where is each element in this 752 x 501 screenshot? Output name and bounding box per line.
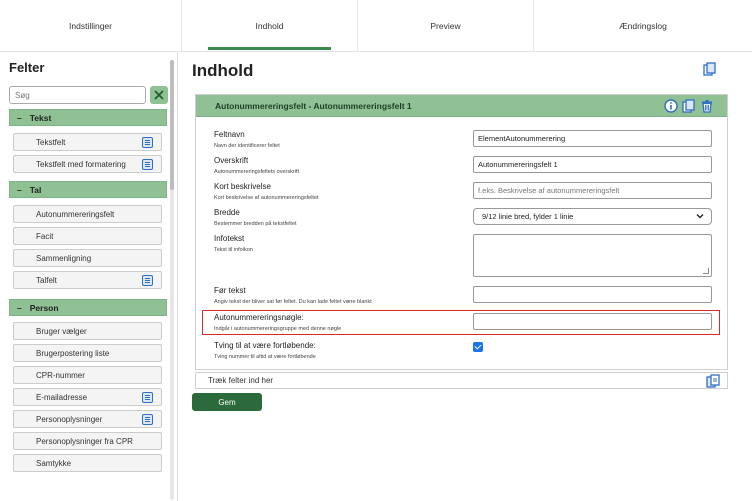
field-item-autonummereringsfelt[interactable]: Autonummereringsfelt bbox=[13, 205, 162, 223]
section-label: Tekst bbox=[29, 112, 52, 123]
sidebar-title: Felter bbox=[9, 60, 45, 75]
top-tab-bar: Indstillinger Indhold Preview Ændringslo… bbox=[0, 0, 752, 52]
field-item-facit[interactable]: Facit bbox=[13, 227, 162, 245]
panel-title: Autonummereringsfelt - Autonummereringsf… bbox=[215, 101, 412, 111]
field-item-samtykke[interactable]: Samtykke bbox=[13, 454, 162, 472]
field-item-brugerpostering-liste[interactable]: Brugerpostering liste bbox=[13, 344, 162, 362]
infotekst-textarea[interactable] bbox=[473, 234, 712, 277]
tab-indhold[interactable]: Indhold bbox=[182, 0, 358, 52]
panel-header[interactable]: Autonummereringsfelt - Autonummereringsf… bbox=[196, 95, 727, 117]
field-item-label: Sammenligning bbox=[36, 253, 92, 263]
copy-icon[interactable] bbox=[682, 99, 696, 113]
clear-filter-icon[interactable] bbox=[150, 86, 168, 104]
field-item-label: CPR-nummer bbox=[36, 370, 85, 380]
kort-beskrivelse-input[interactable]: f.eks. Beskrivelse af autonummereringsfe… bbox=[473, 182, 712, 199]
foer-tekst-input[interactable] bbox=[473, 286, 712, 303]
field-item-sammenligning[interactable]: Sammenligning bbox=[13, 249, 162, 267]
tab-label: Indhold bbox=[255, 21, 284, 31]
field-item-label: Brugerpostering liste bbox=[36, 348, 110, 358]
field-sidebar: Felter –Tekst Tekstfelt Tekstfelt med fo… bbox=[0, 52, 178, 501]
field-label: Feltnavn bbox=[214, 130, 245, 139]
field-help: Autonummereringsfeltets overskrift bbox=[214, 169, 299, 175]
field-item-label: Personoplysninger fra CPR bbox=[36, 436, 133, 446]
field-item-label: Tekstfelt med formatering bbox=[36, 159, 126, 169]
document-icon[interactable] bbox=[142, 159, 153, 170]
section-label: Tal bbox=[29, 184, 42, 195]
field-item-label: Bruger vælger bbox=[36, 326, 87, 336]
field-item-tekstfelt-formatering[interactable]: Tekstfelt med formatering bbox=[13, 155, 162, 173]
field-item-personoplysninger-cpr[interactable]: Personoplysninger fra CPR bbox=[13, 432, 162, 450]
section-label: Person bbox=[29, 302, 59, 313]
field-label: Tving til at være fortløbende: bbox=[214, 341, 316, 350]
field-item-personoplysninger[interactable]: Personoplysninger bbox=[13, 410, 162, 428]
field-help: Tekst til infoikon bbox=[214, 247, 253, 253]
field-help: Bestemmer bredden på tekstfeltet bbox=[214, 221, 297, 227]
drop-zone[interactable]: Træk felter ind her bbox=[195, 372, 728, 389]
field-help: Tving nummer til altid at være fortløben… bbox=[214, 354, 316, 360]
feltnavn-input[interactable]: ElementAutonummerering bbox=[473, 130, 712, 147]
field-item-label: Talfelt bbox=[36, 275, 57, 285]
overskrift-input[interactable]: Autonummereringsfelt 1 bbox=[473, 156, 712, 173]
paste-icon[interactable] bbox=[706, 374, 720, 388]
drop-zone-label: Træk felter ind her bbox=[208, 376, 274, 385]
field-item-label: Tekstfelt bbox=[36, 137, 66, 147]
document-icon[interactable] bbox=[142, 392, 153, 403]
field-item-e-mailadresse[interactable]: E-mailadresse bbox=[13, 388, 162, 406]
tab-label: Ændringslog bbox=[619, 21, 667, 31]
field-label: Før tekst bbox=[214, 286, 246, 295]
tab-label: Indstillinger bbox=[69, 21, 112, 31]
field-item-label: E-mailadresse bbox=[36, 392, 88, 402]
section-tal[interactable]: – Tal bbox=[9, 181, 167, 198]
field-label: Bredde bbox=[214, 208, 240, 217]
copy-icon[interactable] bbox=[703, 62, 717, 76]
field-help: Kort beskrivelse af autonummereringsfelt… bbox=[214, 195, 319, 201]
field-label: Infotekst bbox=[214, 234, 245, 243]
field-help: Navn der identificerer feltet bbox=[214, 143, 280, 149]
tab-label: Preview bbox=[430, 21, 461, 31]
document-icon[interactable] bbox=[142, 137, 153, 148]
document-icon[interactable] bbox=[142, 414, 153, 425]
field-item-talfelt[interactable]: Talfelt bbox=[13, 271, 162, 289]
field-item-bruger-vaelger[interactable]: Bruger vælger bbox=[13, 322, 162, 340]
field-item-label: Facit bbox=[36, 231, 54, 241]
field-item-tekstfelt[interactable]: Tekstfelt bbox=[13, 133, 162, 151]
field-item-cpr-nummer[interactable]: CPR-nummer bbox=[13, 366, 162, 384]
field-item-label: Personoplysninger bbox=[36, 414, 103, 424]
field-item-label: Autonummereringsfelt bbox=[36, 209, 115, 219]
field-help: Angiv tekst der bliver sat før feltet. D… bbox=[214, 299, 372, 305]
section-person[interactable]: – Person bbox=[9, 299, 167, 316]
select-value: 9/12 linie bred, fylder 1 linie bbox=[482, 212, 574, 221]
tab-indstillinger[interactable]: Indstillinger bbox=[0, 0, 182, 52]
save-button[interactable]: Gem bbox=[192, 393, 262, 411]
chevron-down-icon bbox=[696, 212, 704, 222]
search-input[interactable] bbox=[9, 86, 146, 104]
field-item-label: Samtykke bbox=[36, 458, 72, 468]
field-label: Kort beskrivelse bbox=[214, 182, 271, 191]
document-icon[interactable] bbox=[142, 275, 153, 286]
tab-preview[interactable]: Preview bbox=[358, 0, 534, 52]
page-title: Indhold bbox=[192, 61, 254, 80]
tving-fortloebende-checkbox[interactable] bbox=[473, 342, 483, 352]
section-tekst[interactable]: – Tekst bbox=[9, 109, 167, 126]
highlight-box bbox=[202, 310, 720, 335]
bredde-select[interactable]: 9/12 linie bred, fylder 1 linie bbox=[473, 208, 712, 225]
trash-icon[interactable] bbox=[700, 99, 714, 113]
field-label: Overskrift bbox=[214, 156, 249, 165]
sidebar-scroll-thumb[interactable] bbox=[170, 60, 174, 190]
tab-aendringslog[interactable]: Ændringslog bbox=[534, 0, 752, 52]
info-icon[interactable] bbox=[664, 99, 678, 113]
